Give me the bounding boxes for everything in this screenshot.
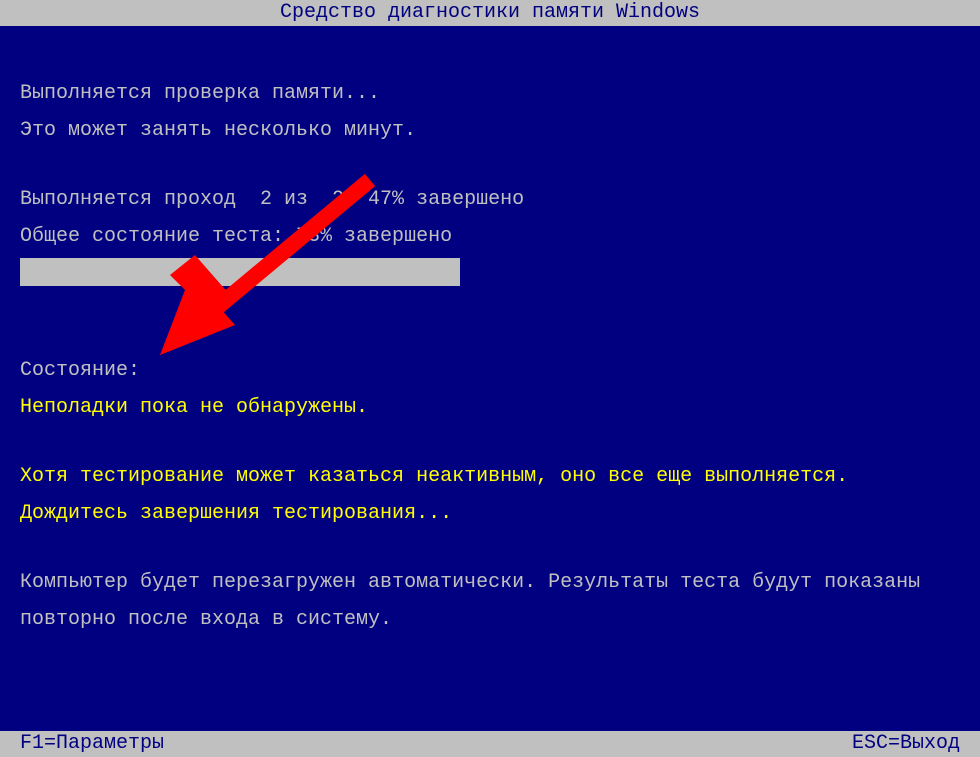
footer-bar: F1=Параметры ESC=Выход xyxy=(0,731,980,757)
status-result: Неполадки пока не обнаружены. xyxy=(20,392,960,424)
restart-line-1: Компьютер будет перезагружен автоматичес… xyxy=(20,567,960,599)
main-content: Выполняется проверка памяти... Это может… xyxy=(0,26,980,636)
inactive-note-line: Хотя тестирование может казаться неактив… xyxy=(20,461,960,493)
status-label: Состояние: xyxy=(20,355,960,387)
pass-progress-line: Выполняется проход 2 из 2: 47% завершено xyxy=(20,184,960,216)
esc-exit-hint[interactable]: ESC=Выход xyxy=(852,733,960,755)
progress-bar xyxy=(20,258,460,286)
checking-memory-line: Выполняется проверка памяти... xyxy=(20,78,960,110)
wait-completion-line: Дождитесь завершения тестирования... xyxy=(20,498,960,530)
restart-line-2: повторно после входа в систему. xyxy=(20,604,960,636)
title-text: Средство диагностики памяти Windows xyxy=(280,1,700,24)
title-bar: Средство диагностики памяти Windows xyxy=(0,0,980,26)
f1-options-hint[interactable]: F1=Параметры xyxy=(20,733,164,755)
wait-minutes-line: Это может занять несколько минут. xyxy=(20,115,960,147)
overall-progress-line: Общее состояние теста: 73% завершено xyxy=(20,221,960,253)
